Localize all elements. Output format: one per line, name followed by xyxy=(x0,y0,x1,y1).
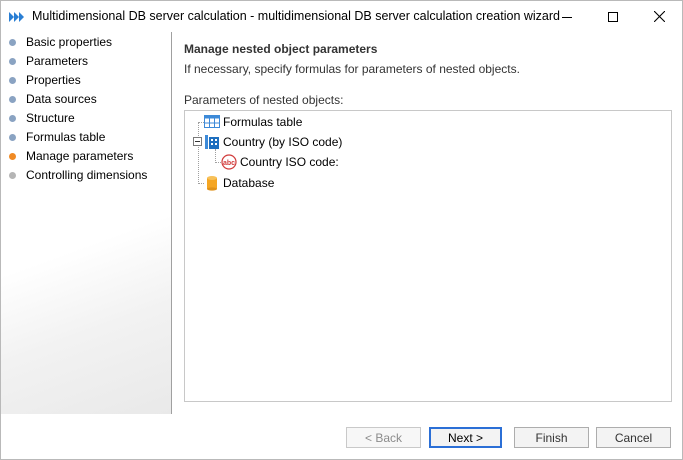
step-label: Basic properties xyxy=(26,35,113,49)
step-label: Manage parameters xyxy=(26,149,134,163)
step-controlling-dimensions[interactable]: Controlling dimensions xyxy=(9,167,147,183)
tree-connector xyxy=(215,149,216,163)
tree-caption: Parameters of nested objects: xyxy=(184,93,344,107)
page-heading: Manage nested object parameters xyxy=(184,42,378,56)
step-data-sources[interactable]: Data sources xyxy=(9,91,97,107)
wizard-steps-sidebar: Basic properties Parameters Properties D… xyxy=(1,32,171,414)
table-icon xyxy=(204,115,220,128)
tree-node-formulas-table[interactable]: Formulas table xyxy=(204,113,302,131)
step-active-dot-icon xyxy=(9,152,16,160)
step-label: Structure xyxy=(26,111,75,125)
tree-node-label: Formulas table xyxy=(223,115,303,129)
window-title: Multidimensional DB server calculation -… xyxy=(32,9,560,23)
nested-objects-tree[interactable]: Formulas table Country (by ISO code) abc xyxy=(184,110,672,402)
close-icon xyxy=(653,11,665,22)
wizard-page-content: Manage nested object parameters If neces… xyxy=(172,32,682,414)
maximize-icon xyxy=(608,11,618,22)
step-dot-icon xyxy=(9,114,16,122)
tree-node-country[interactable]: Country (by ISO code) xyxy=(204,133,342,151)
minimize-button[interactable] xyxy=(544,1,590,32)
cancel-button[interactable]: Cancel xyxy=(596,427,671,448)
dictionary-icon xyxy=(205,135,219,149)
tree-node-database[interactable]: Database xyxy=(204,174,274,192)
step-formulas-table[interactable]: Formulas table xyxy=(9,129,105,145)
step-properties[interactable]: Properties xyxy=(9,72,81,88)
tree-connector xyxy=(198,122,199,184)
text-param-icon: abc xyxy=(221,154,237,170)
step-label: Controlling dimensions xyxy=(26,168,148,182)
wizard-app-icon xyxy=(9,12,24,22)
step-dot-icon xyxy=(9,38,16,46)
tree-node-label: Country (by ISO code) xyxy=(223,135,343,149)
tree-node-country-iso-code[interactable]: abc Country ISO code: xyxy=(221,153,339,171)
maximize-button[interactable] xyxy=(590,1,636,32)
step-dot-icon xyxy=(9,95,16,103)
back-button[interactable]: < Back xyxy=(346,427,421,448)
svg-text:abc: abc xyxy=(223,160,235,167)
title-bar: Multidimensional DB server calculation -… xyxy=(1,1,682,32)
step-label: Parameters xyxy=(26,54,89,68)
step-parameters[interactable]: Parameters xyxy=(9,53,88,69)
step-label: Data sources xyxy=(26,92,97,106)
tree-node-label: Database xyxy=(223,176,275,190)
step-basic-properties[interactable]: Basic properties xyxy=(9,34,112,50)
collapse-toggle-icon[interactable] xyxy=(193,137,202,146)
database-icon xyxy=(207,176,217,191)
step-dot-icon xyxy=(9,76,16,84)
page-subtitle: If necessary, specify formulas for param… xyxy=(184,62,520,76)
step-manage-parameters[interactable]: Manage parameters xyxy=(9,148,133,164)
step-dot-icon xyxy=(9,57,16,65)
tree-node-label: Country ISO code: xyxy=(240,155,339,169)
step-label: Properties xyxy=(26,73,81,87)
minimize-icon xyxy=(562,16,572,18)
wizard-window: Multidimensional DB server calculation -… xyxy=(0,0,683,460)
step-structure[interactable]: Structure xyxy=(9,110,75,126)
close-button[interactable] xyxy=(636,1,682,32)
finish-button[interactable]: Finish xyxy=(514,427,589,448)
step-dot-icon xyxy=(9,133,16,141)
next-button[interactable]: Next > xyxy=(429,427,502,448)
step-label: Formulas table xyxy=(26,130,106,144)
step-dot-icon xyxy=(9,171,16,179)
